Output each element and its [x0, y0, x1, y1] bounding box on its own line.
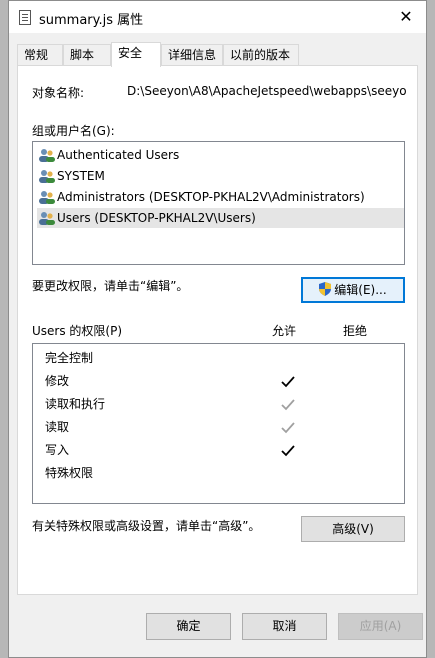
deny-column-header: 拒绝 — [343, 324, 368, 338]
user-name: Authenticated Users — [57, 148, 180, 162]
permission-row: 写入 — [45, 439, 69, 462]
file-icon — [19, 10, 31, 25]
inherited-allow-check-icon — [281, 422, 295, 434]
object-name-label: 对象名称: — [32, 86, 85, 100]
user-name: Users (DESKTOP-PKHAL2V\Users) — [57, 211, 256, 225]
ok-button[interactable]: 确定 — [146, 613, 231, 640]
permission-row: 读取 — [45, 416, 69, 439]
permission-name: 修改 — [45, 374, 70, 388]
list-item[interactable]: SYSTEM — [37, 166, 404, 186]
user-group-icon — [39, 191, 55, 204]
security-panel: 对象名称: D:\Seeyon\A8\ApacheJetspeed\webapp… — [17, 65, 418, 595]
change-hint: 要更改权限，请单击“编辑”。 — [32, 279, 189, 293]
user-group-icon — [39, 149, 55, 162]
permission-name: 读取和执行 — [45, 397, 106, 411]
users-list[interactable]: Authenticated Users SYSTEM Administrator… — [32, 141, 405, 265]
close-icon: ✕ — [399, 7, 413, 26]
permissions-header: Users 的权限(P) — [32, 324, 123, 338]
window-title: summary.js 属性 — [39, 13, 144, 28]
uac-shield-icon — [319, 282, 332, 296]
allow-check-icon — [281, 376, 295, 388]
apply-button[interactable]: 应用(A) — [338, 613, 423, 640]
tab-general[interactable]: 常规 — [17, 44, 63, 66]
tab-script[interactable]: 脚本 — [63, 44, 111, 66]
permission-row: 完全控制 — [45, 347, 93, 370]
user-group-icon — [39, 212, 55, 225]
permission-name: 特殊权限 — [45, 466, 94, 480]
allow-check-icon — [281, 445, 295, 457]
tab-previous-versions[interactable]: 以前的版本 — [223, 44, 299, 66]
permission-name: 写入 — [45, 443, 70, 457]
edit-button[interactable]: 编辑(E)... — [301, 277, 405, 303]
list-item-selected[interactable]: Users (DESKTOP-PKHAL2V\Users) — [37, 208, 404, 228]
list-item[interactable]: Administrators (DESKTOP-PKHAL2V\Administ… — [37, 187, 404, 207]
permission-name: 完全控制 — [45, 351, 94, 365]
object-path: D:\Seeyon\A8\ApacheJetspeed\webapps\seey… — [127, 84, 407, 98]
permission-name: 读取 — [45, 420, 70, 434]
groups-label: 组或用户名(G): — [32, 124, 115, 138]
user-group-icon — [39, 170, 55, 183]
close-button[interactable]: ✕ — [392, 5, 420, 29]
permission-row: 读取和执行 — [45, 393, 105, 416]
cancel-button[interactable]: 取消 — [242, 613, 327, 640]
advanced-hint: 有关特殊权限或高级设置，请单击“高级”。 — [32, 519, 261, 533]
permission-row: 特殊权限 — [45, 462, 93, 485]
inherited-allow-check-icon — [281, 399, 295, 411]
tab-security[interactable]: 安全 — [111, 42, 161, 67]
user-name: Administrators (DESKTOP-PKHAL2V\Administ… — [57, 190, 365, 204]
permission-row: 修改 — [45, 370, 69, 393]
permissions-list: 完全控制 修改 读取和执行 读取 写入 特殊权限 — [32, 343, 405, 504]
list-item[interactable]: Authenticated Users — [37, 145, 404, 165]
tab-details[interactable]: 详细信息 — [161, 44, 223, 66]
title-bar[interactable]: summary.js 属性 ✕ — [9, 1, 426, 33]
edit-button-label: 编辑(E)... — [334, 283, 387, 297]
allow-column-header: 允许 — [272, 324, 297, 338]
user-name: SYSTEM — [57, 169, 105, 183]
properties-dialog: summary.js 属性 ✕ 常规 脚本 安全 详细信息 以前的版本 对象名称… — [8, 0, 427, 658]
advanced-button[interactable]: 高级(V) — [301, 516, 405, 542]
